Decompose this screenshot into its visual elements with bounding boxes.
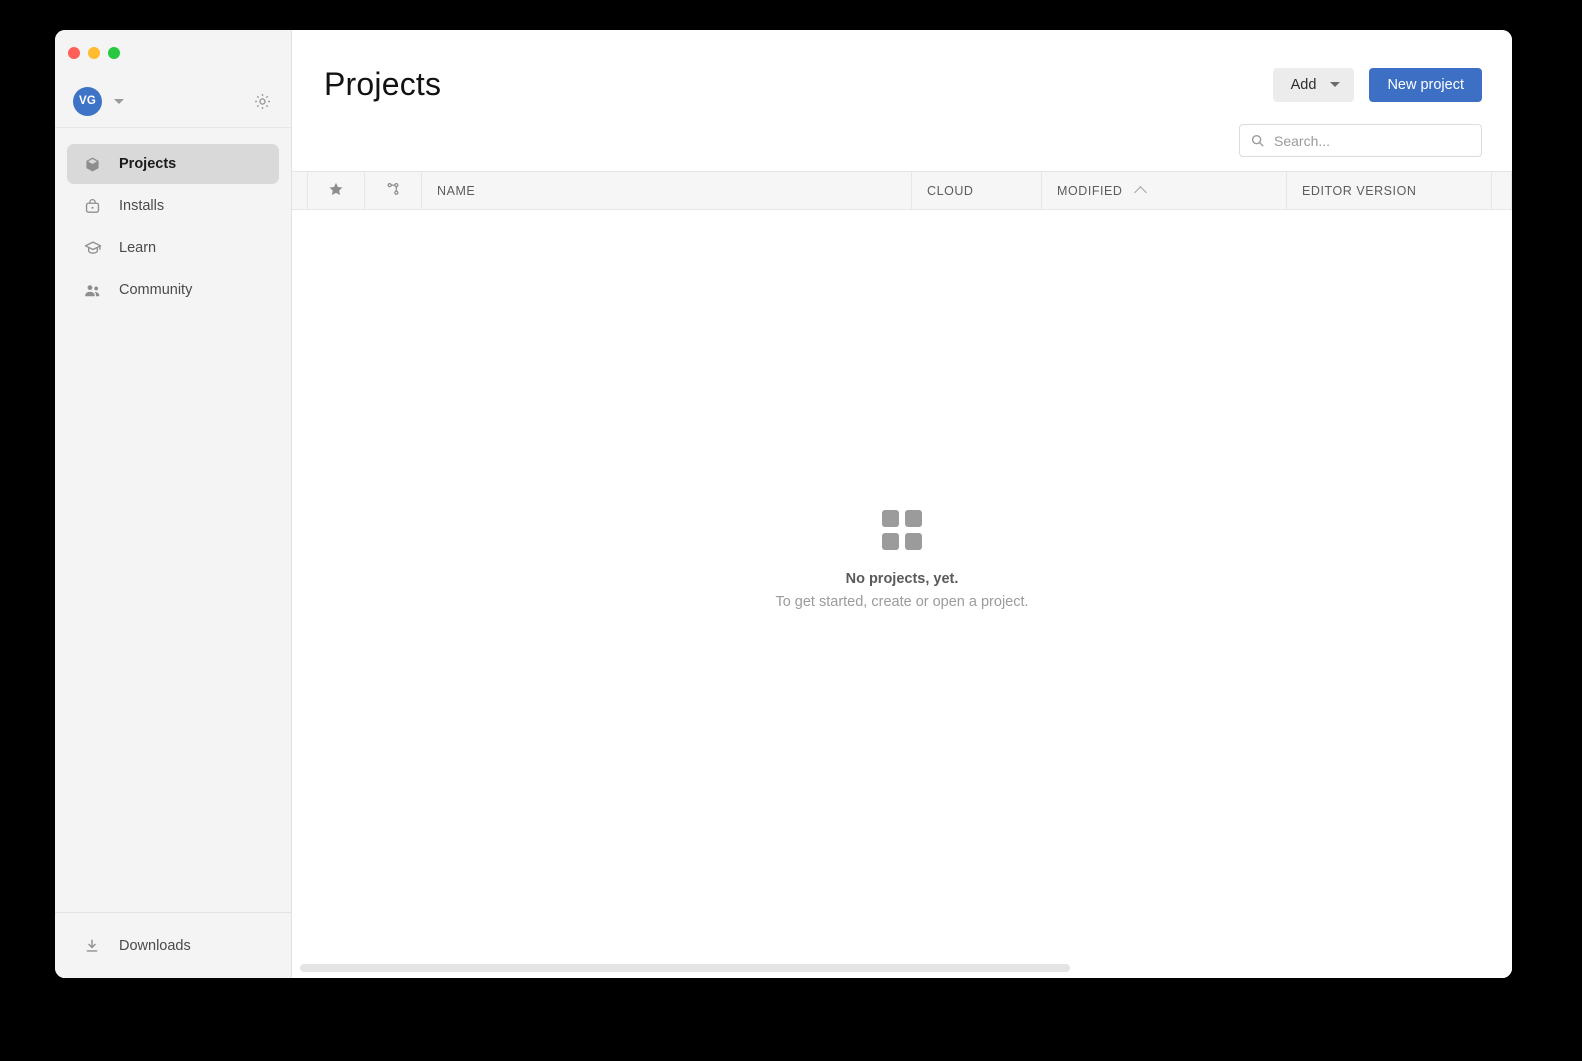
grid-squares-icon <box>882 510 922 550</box>
gear-icon[interactable] <box>251 90 273 112</box>
sidebar-item-learn[interactable]: Learn <box>67 228 279 268</box>
horizontal-scrollbar[interactable] <box>292 960 1512 978</box>
sidebar: VG Projects Installs Learn Community Dow… <box>55 30 292 978</box>
add-button[interactable]: Add <box>1272 67 1355 102</box>
maximize-button[interactable] <box>108 46 120 59</box>
minimize-button[interactable] <box>88 46 100 59</box>
column-header-favorite[interactable] <box>308 172 365 209</box>
graduation-cap-icon <box>82 238 103 259</box>
sidebar-nav: Projects Installs Learn Community <box>55 128 291 310</box>
main-header: Projects Add New project <box>292 30 1512 103</box>
column-header-cloud[interactable]: CLOUD <box>912 172 1042 209</box>
sidebar-item-installs[interactable]: Installs <box>67 186 279 226</box>
sidebar-item-community[interactable]: Community <box>67 270 279 310</box>
sidebar-item-label: Downloads <box>119 937 191 954</box>
search-icon <box>1250 133 1265 148</box>
main-content: Projects Add New project Search... NAME … <box>292 30 1512 978</box>
avatar[interactable]: VG <box>73 86 102 116</box>
column-header-editor-version[interactable]: EDITOR VERSION <box>1287 172 1492 209</box>
new-project-button[interactable]: New project <box>1369 67 1482 102</box>
sidebar-item-projects[interactable]: Projects <box>67 144 279 184</box>
search-box[interactable] <box>1239 124 1482 157</box>
column-header-name[interactable]: NAME <box>422 172 912 209</box>
unity-hub-window: VG Projects Installs Learn Community Dow… <box>55 30 1512 978</box>
empty-state-title: No projects, yet. <box>845 571 959 587</box>
search-row <box>292 103 1512 157</box>
window-titlebar <box>55 30 291 75</box>
empty-state: No projects, yet. To get started, create… <box>292 510 1512 610</box>
sidebar-item-label: Installs <box>119 198 165 214</box>
sidebar-item-label: Community <box>119 282 193 298</box>
sort-asc-icon <box>1133 185 1147 199</box>
account-bar: VG <box>55 75 291 128</box>
projects-table: NAME CLOUD MODIFIED EDITOR VERSION No pr… <box>292 171 1512 978</box>
page-title: Projects <box>324 66 442 102</box>
table-body: No projects, yet. To get started, create… <box>292 210 1512 978</box>
column-header-version-control[interactable] <box>365 172 422 209</box>
chevron-down-icon <box>1330 82 1341 87</box>
add-button-label: Add <box>1290 76 1317 93</box>
horizontal-scrollbar-thumb[interactable] <box>300 964 1070 972</box>
column-header-modified[interactable]: MODIFIED <box>1042 172 1287 209</box>
empty-state-subtitle: To get started, create or open a project… <box>775 594 1029 610</box>
cube-icon <box>82 154 103 175</box>
search-input[interactable] <box>1274 132 1471 149</box>
column-header-overflow <box>1492 172 1512 209</box>
sidebar-item-downloads[interactable]: Downloads <box>55 912 291 978</box>
column-header-modified-label: MODIFIED <box>1057 183 1123 198</box>
download-icon <box>82 936 102 956</box>
star-icon <box>328 181 344 200</box>
people-icon <box>82 280 103 301</box>
table-header-row: NAME CLOUD MODIFIED EDITOR VERSION <box>292 172 1512 210</box>
sidebar-item-label: Projects <box>119 156 177 172</box>
sidebar-item-label: Learn <box>119 240 157 256</box>
header-actions: Add New project <box>1272 67 1482 102</box>
chevron-down-icon[interactable] <box>114 98 124 104</box>
table-gutter-column <box>292 172 308 209</box>
close-button[interactable] <box>68 46 80 59</box>
installs-icon <box>82 196 103 217</box>
git-branch-icon <box>385 181 401 200</box>
